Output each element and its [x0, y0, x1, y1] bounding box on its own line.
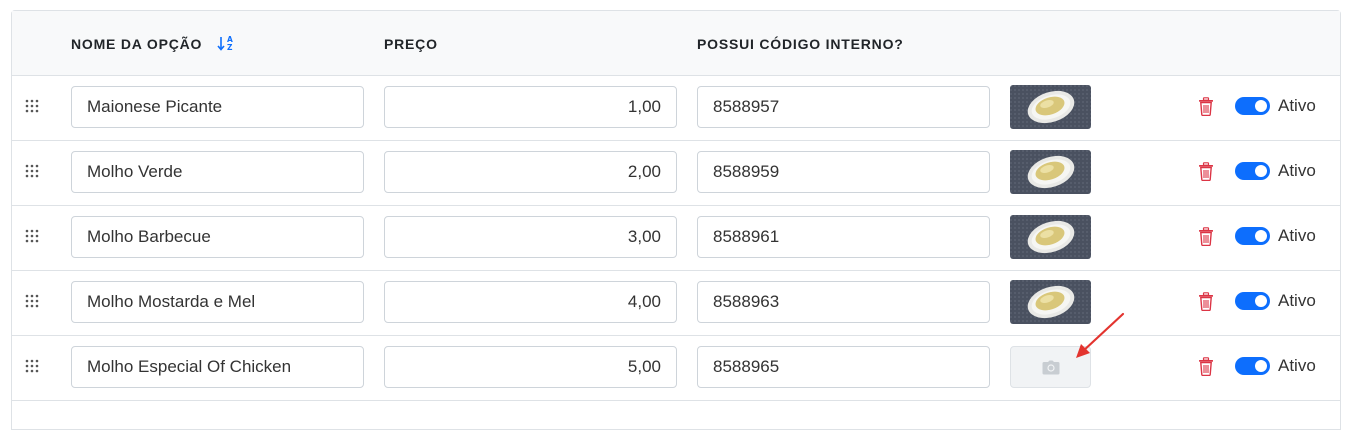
arrow-annotation-icon	[1076, 312, 1125, 358]
table-row: Molho Mostarda e Mel 4,00 8588963 Ativo	[12, 270, 1340, 336]
table-row: Molho Barbecue 3,00 8588961 Ativo	[12, 205, 1340, 271]
drag-handle-icon[interactable]	[24, 163, 40, 179]
toggle-knob	[1255, 295, 1267, 307]
drag-handle-icon[interactable]	[24, 98, 40, 114]
camera-icon	[1042, 360, 1060, 375]
option-name-input[interactable]: Molho Mostarda e Mel	[71, 281, 364, 323]
option-name-input[interactable]: Molho Verde	[71, 151, 364, 193]
trash-icon[interactable]	[1198, 292, 1214, 311]
option-name-input[interactable]: Molho Barbecue	[71, 216, 364, 258]
option-image-thumbnail[interactable]	[1010, 85, 1091, 129]
option-code-input[interactable]: 8588957	[697, 86, 990, 128]
toggle-knob	[1255, 230, 1267, 242]
option-image-thumbnail[interactable]	[1010, 150, 1091, 194]
option-price-input[interactable]: 5,00	[384, 346, 677, 388]
sauce-image	[1010, 215, 1091, 259]
status-label: Ativo	[1278, 356, 1316, 375]
option-name-input[interactable]: Molho Especial Of Chicken	[71, 346, 364, 388]
trash-icon[interactable]	[1198, 97, 1214, 116]
table-row: Molho Verde 2,00 8588959 Ativo	[12, 140, 1340, 206]
svg-text:Z: Z	[227, 43, 233, 52]
sauce-image	[1010, 85, 1091, 129]
sauce-image	[1010, 150, 1091, 194]
column-header-price: PREÇO	[384, 36, 438, 52]
option-code-input[interactable]: 8588959	[697, 151, 990, 193]
status-label: Ativo	[1278, 226, 1316, 245]
option-code-input[interactable]: 8588965	[697, 346, 990, 388]
table-row: Maionese Picante 1,00 8588957 Ativo	[12, 75, 1340, 141]
drag-handle-icon[interactable]	[24, 293, 40, 309]
option-price-input[interactable]: 4,00	[384, 281, 677, 323]
column-header-code: POSSUI CÓDIGO INTERNO?	[697, 36, 904, 52]
column-header-name[interactable]: NOME DA OPÇÃO	[71, 36, 202, 52]
trash-icon[interactable]	[1198, 227, 1214, 246]
sort-alpha-icon[interactable]: A Z	[217, 33, 235, 53]
options-table: NOME DA OPÇÃO A Z PREÇO POSSUI CÓDIGO IN…	[11, 10, 1341, 430]
drag-handle-icon[interactable]	[24, 228, 40, 244]
option-price-input[interactable]: 3,00	[384, 216, 677, 258]
toggle-knob	[1255, 165, 1267, 177]
active-toggle[interactable]	[1235, 162, 1270, 180]
option-image-thumbnail[interactable]	[1010, 215, 1091, 259]
option-price-input[interactable]: 1,00	[384, 86, 677, 128]
option-code-input[interactable]: 8588963	[697, 281, 990, 323]
option-code-input[interactable]: 8588961	[697, 216, 990, 258]
status-label: Ativo	[1278, 291, 1316, 310]
drag-handle-icon[interactable]	[24, 358, 40, 374]
trash-icon[interactable]	[1198, 357, 1214, 376]
active-toggle[interactable]	[1235, 227, 1270, 245]
table-row: Molho Especial Of Chicken 5,00 8588965 A…	[12, 335, 1340, 401]
status-label: Ativo	[1278, 161, 1316, 180]
toggle-knob	[1255, 360, 1267, 372]
trash-icon[interactable]	[1198, 162, 1214, 181]
active-toggle[interactable]	[1235, 357, 1270, 375]
toggle-knob	[1255, 100, 1267, 112]
active-toggle[interactable]	[1235, 97, 1270, 115]
option-price-input[interactable]: 2,00	[384, 151, 677, 193]
option-name-input[interactable]: Maionese Picante	[71, 86, 364, 128]
active-toggle[interactable]	[1235, 292, 1270, 310]
table-header: NOME DA OPÇÃO A Z PREÇO POSSUI CÓDIGO IN…	[12, 11, 1340, 76]
status-label: Ativo	[1278, 96, 1316, 115]
